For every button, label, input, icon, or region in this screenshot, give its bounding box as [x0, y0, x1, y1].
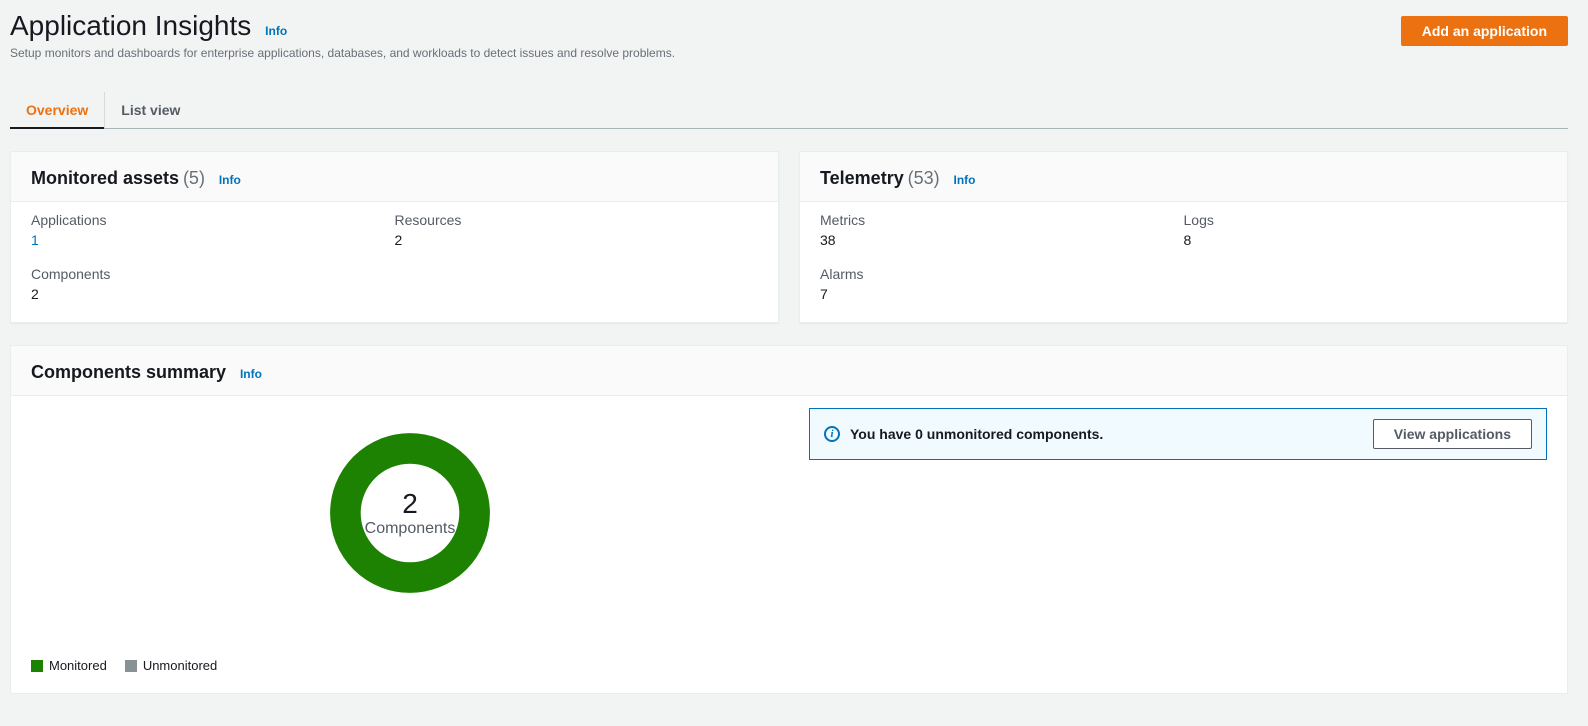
telemetry-title: Telemetry	[820, 168, 904, 188]
page-subtitle: Setup monitors and dashboards for enterp…	[10, 46, 675, 60]
applications-value[interactable]: 1	[31, 232, 395, 248]
telemetry-panel: Telemetry (53) Info Metrics 38 Logs 8 Al…	[799, 151, 1568, 323]
donut-value: 2	[365, 488, 456, 520]
monitored-assets-count: (5)	[183, 168, 205, 188]
components-summary-panel: Components summary Info 2 Components	[10, 345, 1568, 694]
tabs: OverviewList view	[10, 92, 1568, 129]
info-icon: i	[824, 426, 840, 442]
components-label: Components	[31, 266, 395, 282]
applications-label: Applications	[31, 212, 395, 228]
legend-swatch-monitored	[31, 660, 43, 672]
components-summary-title: Components summary	[31, 362, 226, 382]
components-summary-info-link[interactable]: Info	[240, 367, 262, 381]
alarms-label: Alarms	[820, 266, 1184, 282]
resources-label: Resources	[395, 212, 759, 228]
logs-label: Logs	[1184, 212, 1548, 228]
unmonitored-info-banner: i You have 0 unmonitored components. Vie…	[809, 408, 1547, 460]
legend-monitored: Monitored	[49, 658, 107, 673]
metrics-value: 38	[820, 232, 1184, 248]
logs-value: 8	[1184, 232, 1548, 248]
components-donut-chart: 2 Components	[285, 428, 535, 598]
tab-overview[interactable]: Overview	[10, 92, 104, 128]
view-applications-button[interactable]: View applications	[1373, 419, 1532, 449]
metrics-label: Metrics	[820, 212, 1184, 228]
tab-list-view[interactable]: List view	[104, 92, 196, 128]
banner-text: You have 0 unmonitored components.	[850, 426, 1103, 442]
legend-swatch-unmonitored	[125, 660, 137, 672]
telemetry-info-link[interactable]: Info	[954, 173, 976, 187]
page-info-link[interactable]: Info	[265, 24, 287, 38]
components-value: 2	[31, 286, 395, 302]
add-application-button[interactable]: Add an application	[1401, 16, 1568, 46]
monitored-assets-panel: Monitored assets (5) Info Applications 1…	[10, 151, 779, 323]
monitored-assets-info-link[interactable]: Info	[219, 173, 241, 187]
donut-label: Components	[365, 520, 456, 538]
alarms-value: 7	[820, 286, 1184, 302]
telemetry-count: (53)	[908, 168, 940, 188]
chart-legend: Monitored Unmonitored	[31, 658, 789, 673]
legend-unmonitored: Unmonitored	[143, 658, 217, 673]
monitored-assets-title: Monitored assets	[31, 168, 179, 188]
page-title: Application Insights	[10, 10, 251, 42]
resources-value: 2	[395, 232, 759, 248]
